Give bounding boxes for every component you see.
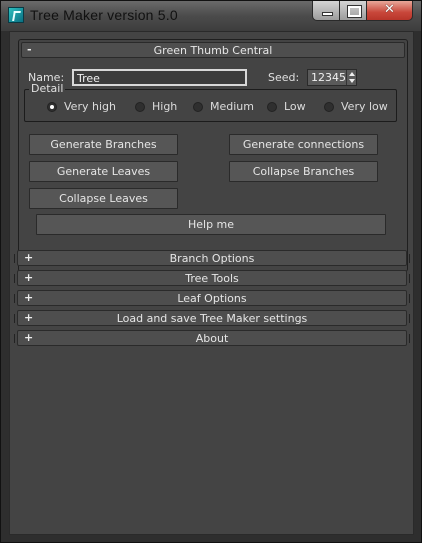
rollout-title: Tree Tools [185, 272, 239, 285]
radio-low[interactable]: Low [267, 100, 306, 113]
rollout-title: Branch Options [169, 252, 255, 265]
generate-leaves-button[interactable]: Generate Leaves [29, 161, 178, 182]
rollout-branch-options[interactable]: + Branch Options [14, 250, 410, 266]
seed-value: 12345 [311, 71, 346, 84]
collapse-branches-button[interactable]: Collapse Branches [229, 161, 378, 182]
rollout-leaf-options[interactable]: + Leaf Options [14, 290, 410, 306]
rollout-title: Load and save Tree Maker settings [116, 312, 308, 325]
spinner-up-icon[interactable] [349, 72, 355, 76]
collapse-leaves-button[interactable]: Collapse Leaves [29, 188, 178, 209]
maximize-button[interactable] [340, 1, 367, 21]
rollout-tree-tools[interactable]: + Tree Tools [14, 270, 410, 286]
help-button[interactable]: Help me [36, 214, 386, 235]
window-controls: ✕ [312, 1, 413, 21]
app-icon [8, 7, 24, 23]
detail-group-title: Detail [29, 82, 66, 95]
radio-label: Medium [210, 100, 254, 113]
minimize-button[interactable] [312, 1, 340, 21]
seed-label: Seed: [268, 71, 300, 84]
radio-selected-icon[interactable] [47, 101, 57, 112]
radio-label: Low [284, 100, 306, 113]
radio-very-high[interactable]: Very high [47, 100, 116, 113]
rollout-load-save-settings[interactable]: + Load and save Tree Maker settings [14, 310, 410, 326]
radio-high[interactable]: High [135, 100, 177, 113]
name-field[interactable]: Tree [72, 69, 247, 86]
radio-icon[interactable] [193, 101, 203, 112]
radio-label: Very low [341, 100, 388, 113]
radio-icon[interactable] [324, 101, 334, 112]
close-button[interactable]: ✕ [367, 1, 413, 21]
title-bar[interactable]: Tree Maker version 5.0 ✕ [1, 1, 421, 31]
rollout-header-green-thumb-central[interactable]: - Green Thumb Central [21, 42, 405, 58]
app-window: Tree Maker version 5.0 ✕ - Green Thumb C… [0, 0, 422, 543]
rollout-green-thumb-central: - Green Thumb Central Name: Tree Seed: 1… [18, 39, 408, 272]
radio-medium[interactable]: Medium [193, 100, 254, 113]
radio-label: Very high [64, 100, 116, 113]
spinner-arrows[interactable] [346, 70, 356, 85]
generate-connections-button[interactable]: Generate connections [229, 134, 378, 155]
radio-label: High [152, 100, 178, 113]
radio-icon[interactable] [267, 101, 277, 112]
spinner-down-icon[interactable] [349, 79, 355, 83]
radio-very-low[interactable]: Very low [324, 100, 388, 113]
rollout-title: Green Thumb Central [153, 44, 273, 57]
panel-area: - Green Thumb Central Name: Tree Seed: 1… [9, 31, 414, 535]
window-title: Tree Maker version 5.0 [30, 7, 178, 23]
rollout-about[interactable]: + About [14, 330, 410, 346]
rollout-title: Leaf Options [177, 292, 247, 305]
generate-branches-button[interactable]: Generate Branches [29, 134, 178, 155]
radio-icon[interactable] [135, 101, 145, 112]
seed-spinner[interactable]: 12345 [307, 69, 357, 86]
close-icon: ✕ [384, 2, 395, 17]
rollout-title: About [195, 332, 229, 345]
detail-group: Detail Very high High Medium Low Very lo… [24, 82, 397, 122]
